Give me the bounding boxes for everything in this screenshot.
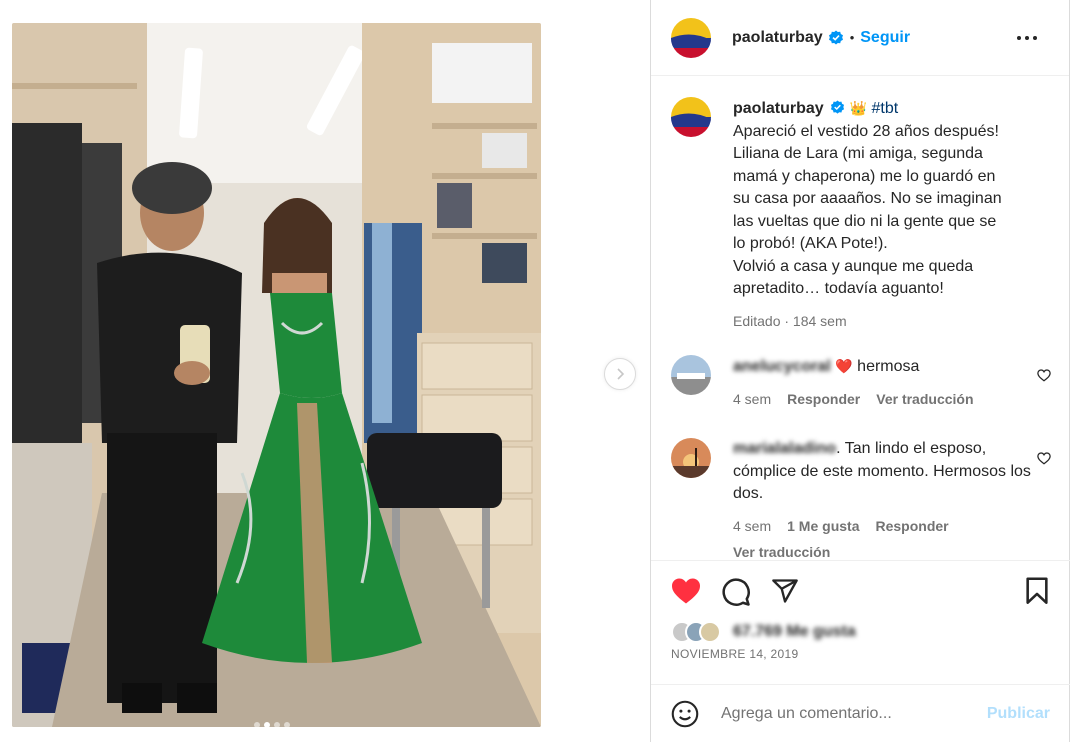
caption-body: paolaturbay 👑 #tbt Apareció el vestido 2… (733, 97, 1033, 332)
post-date: NOVIEMBRE 14, 2019 (671, 647, 799, 661)
caption-line: apretadito… todavía aguanto! (733, 280, 944, 297)
caption-meta: Editado · 184 sem (733, 310, 1033, 333)
carousel-dot-active (264, 722, 270, 728)
action-buttons (671, 577, 1050, 609)
caption-line: las vueltas que dio ni la gente que se (733, 212, 997, 230)
comment-time: 4 sem (733, 517, 772, 534)
comment-time: 4 sem (733, 390, 772, 407)
follow-button[interactable]: Seguir (860, 29, 910, 47)
caption-hashtag[interactable]: #tbt (871, 100, 898, 117)
carousel-dot (274, 722, 280, 728)
more-options-icon[interactable] (1017, 35, 1049, 40)
caption-line: mamá y chaperona) me lo guardó en (733, 167, 996, 185)
post-side-panel: paolaturbay • Seguir paolaturbay 👑 #tbt … (651, 0, 1070, 742)
like-comment-heart-icon[interactable] (1037, 369, 1051, 382)
caption-edited-time: Editado · 184 sem (733, 312, 847, 329)
reply-button[interactable]: Responder (787, 388, 860, 411)
caption-line: Volvió a casa y aunque me queda (733, 257, 974, 275)
emoji-icon[interactable] (671, 700, 699, 728)
carousel-dot (254, 722, 260, 728)
caption-line: Liliana de Lara (mi amiga, segunda (733, 145, 983, 162)
comment-likes[interactable]: 1 Me gusta (787, 515, 859, 538)
comments-list: paolaturbay 👑 #tbt Apareció el vestido 2… (651, 77, 1070, 559)
carousel-dots (254, 722, 290, 728)
caption-line: lo probó! (AKA Pote!). (733, 235, 888, 252)
share-icon[interactable] (771, 577, 799, 605)
colombia-flag-avatar (671, 17, 711, 58)
commenter-avatar[interactable] (671, 355, 711, 395)
post-media-panel (0, 0, 651, 742)
verified-badge-icon (831, 100, 845, 114)
comment-meta: 4 sem Responder Ver traducción (733, 388, 1033, 411)
comment-username[interactable]: anelucycoral (733, 358, 831, 375)
caption-line: Apareció el vestido 28 años después! (733, 122, 999, 140)
caption-line: su casa por aaaaños. No se imaginan (733, 190, 1002, 207)
post-photo-illustration (12, 23, 541, 727)
author-avatar[interactable] (671, 17, 711, 58)
header-separator: • (849, 30, 855, 45)
likes-summary[interactable]: 67.769 Me gusta (671, 621, 856, 643)
liker-avatar (699, 621, 721, 643)
carousel-dot (284, 722, 290, 728)
save-bookmark-icon[interactable] (1024, 577, 1050, 605)
add-comment-bar: Publicar (651, 684, 1070, 742)
comment-username[interactable]: marialaladino (733, 440, 836, 457)
chevron-right-icon (617, 368, 625, 380)
caption-username[interactable]: paolaturbay (733, 100, 824, 117)
comment-icon[interactable] (721, 577, 751, 607)
post-photo[interactable] (12, 23, 541, 727)
sunset-avatar (671, 438, 711, 478)
heart-emoji: ❤️ (835, 358, 853, 374)
liked-heart-icon[interactable] (671, 577, 701, 605)
comment-text: hermosa (857, 358, 920, 375)
beach-avatar (671, 355, 711, 395)
translate-button[interactable]: Ver traducción (733, 541, 830, 559)
likes-count[interactable]: 67.769 Me gusta (733, 623, 856, 641)
publish-comment-button[interactable]: Publicar (987, 705, 1050, 723)
comment-input[interactable] (721, 704, 971, 723)
comment-meta-translate: Ver traducción (733, 541, 1033, 559)
post-header: paolaturbay • Seguir (651, 0, 1069, 76)
translate-button[interactable]: Ver traducción (876, 388, 973, 411)
author-username[interactable]: paolaturbay (732, 29, 823, 47)
crown-emoji: 👑 (849, 100, 868, 116)
comment-body: anelucycoral ❤️ hermosa 4 sem Responder … (733, 355, 1033, 410)
post-actions: 67.769 Me gusta NOVIEMBRE 14, 2019 (651, 560, 1070, 684)
comment-text: . Tan lindo el (836, 440, 926, 457)
caption-avatar[interactable] (671, 97, 711, 137)
reply-button[interactable]: Responder (875, 515, 948, 538)
comment-body: marialaladino. Tan lindo el esposo, cómp… (733, 438, 1033, 559)
comment-meta: 4 sem 1 Me gusta Responder (733, 515, 1033, 538)
commenter-avatar[interactable] (671, 438, 711, 478)
colombia-flag-avatar (671, 97, 711, 137)
verified-badge-icon (828, 30, 844, 46)
next-media-button[interactable] (604, 358, 636, 390)
like-comment-heart-icon[interactable] (1037, 452, 1051, 465)
